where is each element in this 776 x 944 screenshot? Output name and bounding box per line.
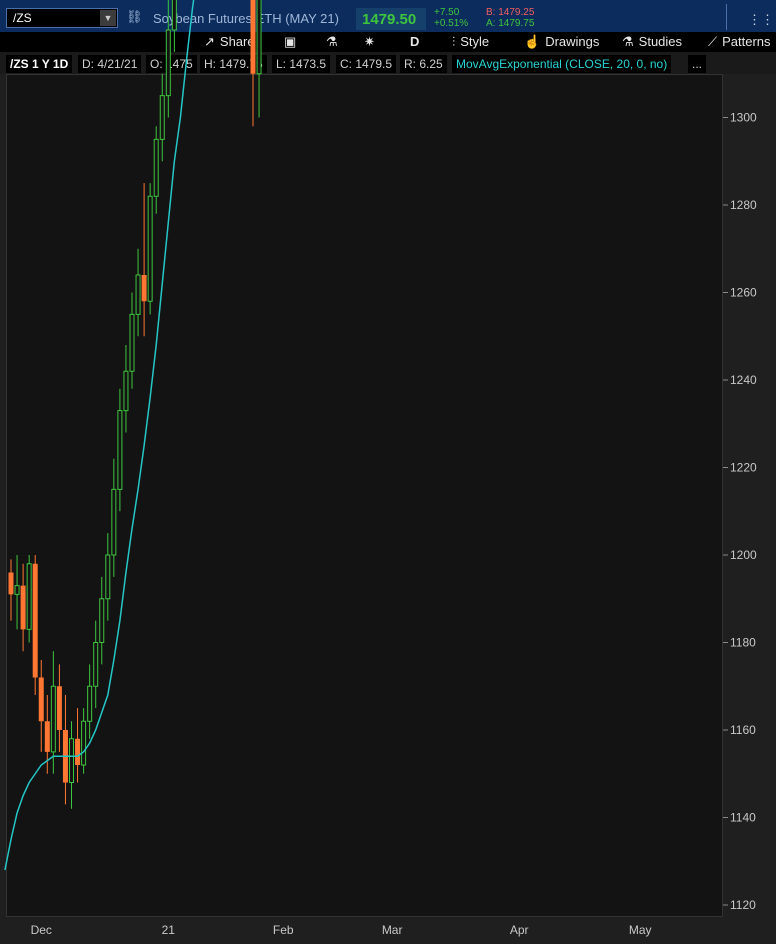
y-tick-label: 1220 [730,461,757,475]
symbol-input[interactable]: /ZS ▼ [6,8,118,28]
bar-open: O: 1475 [146,55,197,73]
share-button[interactable]: ↗ Share [204,34,255,50]
y-tick-label: 1120 [730,898,756,912]
instrument-description: Soybean Futures,ETH (MAY 21) [153,11,339,26]
flask-icon: ⚗ [622,34,634,49]
y-tick-label: 1180 [730,636,756,650]
x-tick-label: Dec [31,923,52,937]
bid-price: B: 1479.25 [486,7,535,18]
x-tick-label: May [629,923,652,937]
more-menu[interactable]: ... [688,55,707,73]
flask-button[interactable]: ⚗ [326,34,343,50]
bar-range: R: 6.25 [400,55,447,73]
patterns-label: Patterns [722,34,771,49]
studies-button[interactable]: ⚗ Studies [622,34,682,50]
bar-low: L: 1473.5 [272,55,331,73]
flask-icon: ⚗ [326,34,338,49]
net-change: +7.50 [434,7,460,18]
last-price: 1479.50 [362,11,417,28]
share-label: Share [219,34,255,49]
chart-toolbar: ↗ Share ▣ ⚗ ✷ D ⫶ Style ☝ Drawings ⚗ Studies… [0,32,776,52]
y-tick-label: 1300 [730,111,757,125]
y-tick-label: 1240 [730,373,757,387]
drawings-label: Drawings [545,34,600,49]
divider [726,4,727,30]
gear-icon: ✷ [364,34,375,49]
period-button[interactable]: D [410,34,419,49]
share-icon: ↗ [204,34,215,49]
study-label[interactable]: MovAvgExponential (CLOSE, 20, 0, no) [452,55,672,73]
hand-pointer-icon: ☝ [524,34,541,49]
camera-icon: ▣ [284,34,297,49]
x-tick-label: Mar [382,923,403,937]
patterns-icon: ⟋ [708,34,718,49]
grid-menu-icon[interactable]: ⋮⋮ [748,12,774,28]
studies-label: Studies [638,34,683,49]
ask-price: A: 1479.75 [486,18,535,29]
patterns-button[interactable]: ⟋ Patterns [708,34,771,50]
change-block: +7.50 +0.51% [434,7,468,29]
x-tick-label: Apr [510,923,529,937]
snapshot-button[interactable]: ▣ [284,34,301,50]
percent-change: +0.51% [434,18,469,29]
chart-info-bar: /ZS 1 Y 1D D: 4/21/21 O: 1475 H: 1479.75… [0,52,776,74]
settings-button[interactable]: ✷ [364,34,380,50]
chevron-down-icon[interactable]: ▼ [100,10,116,26]
bar-date: D: 4/21/21 [78,55,142,73]
candle-style-icon: ⫶ [452,34,456,49]
y-tick-label: 1200 [730,548,757,562]
x-tick-label: 21 [162,923,176,937]
bid-ask-block: B: 1479.25 A: 1479.75 [486,7,534,29]
bar-close: C: 1479.5 [336,55,397,73]
y-tick-label: 1280 [730,198,757,212]
y-tick-label: 1260 [730,286,757,300]
symbol-period[interactable]: /ZS 1 Y 1D [6,55,73,73]
bar-high: H: 1479.75 [200,55,267,73]
link-icon[interactable]: ⛓ [126,9,143,25]
y-tick-label: 1140 [730,811,756,825]
last-price-box: 1479.50 [356,8,426,30]
quote-bar: /ZS ▼ ⛓ Soybean Futures,ETH (MAY 21) 147… [0,0,776,32]
style-label: Style [460,34,490,49]
y-tick-label: 1160 [730,723,756,737]
style-button[interactable]: ⫶ Style [452,34,489,50]
drawings-button[interactable]: ☝ Drawings [524,34,599,50]
price-plot-area[interactable] [6,74,723,917]
symbol-input-value[interactable]: /ZS [13,11,32,25]
x-tick-label: Feb [273,923,294,937]
